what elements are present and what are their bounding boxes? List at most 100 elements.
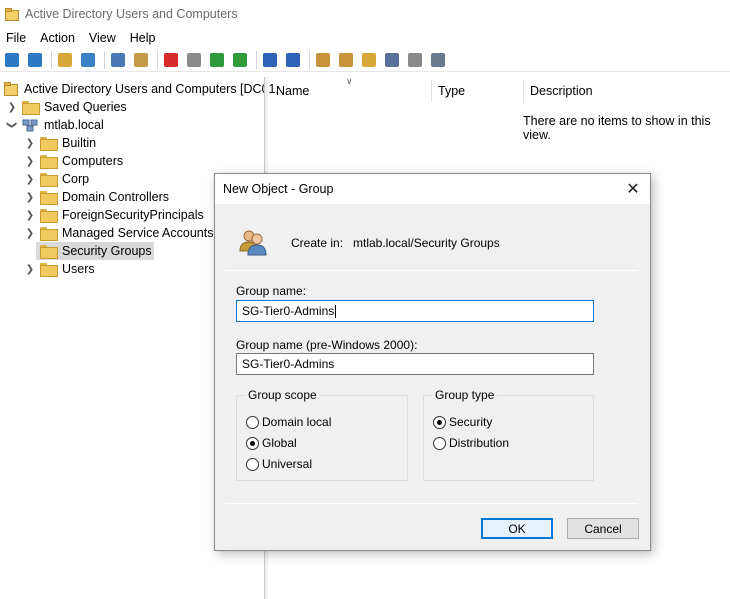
radio-universal[interactable]: Universal <box>246 457 312 471</box>
column-divider[interactable] <box>431 80 432 102</box>
export-list-button[interactable] <box>230 50 250 70</box>
pre-windows-2000-name-input[interactable]: SG-Tier0-Admins <box>236 353 594 375</box>
menu-help[interactable]: Help <box>123 31 163 45</box>
menu-view[interactable]: View <box>82 31 123 45</box>
chevron-right-icon[interactable]: ❯ <box>24 188 36 206</box>
group-name-input[interactable]: SG-Tier0-Admins <box>236 300 594 322</box>
radio-button[interactable] <box>246 415 259 429</box>
ou-folder-icon <box>40 173 58 187</box>
chevron-right-icon[interactable]: ❯ <box>24 260 36 278</box>
column-header-type[interactable]: Type <box>438 80 465 102</box>
radio-button-selected[interactable] <box>246 436 259 450</box>
tree-item-label: Security Groups <box>62 244 152 258</box>
radio-label: Security <box>449 415 493 429</box>
group-type-legend: Group type <box>432 388 498 402</box>
tree-item-label: Managed Service Accounts <box>62 226 214 240</box>
find-button[interactable] <box>405 50 425 70</box>
chevron-right-icon[interactable]: ❯ <box>24 206 36 224</box>
tree-item-label: Users <box>62 262 95 276</box>
sort-chevron-icon: ∨ <box>346 76 353 86</box>
chevron-down-icon[interactable]: ❯ <box>3 119 21 131</box>
add-to-group-icon <box>431 53 445 67</box>
toolbar-separator <box>157 51 158 69</box>
refresh-button[interactable] <box>207 50 227 70</box>
properties-icon <box>187 53 201 67</box>
new-object-group-dialog: New Object - Group ✕ Create in: mtlab.lo… <box>214 173 651 551</box>
radio-button[interactable] <box>246 457 259 471</box>
chevron-right-icon[interactable]: ❯ <box>24 170 36 188</box>
add-to-group-button[interactable] <box>428 50 448 70</box>
new-user-button[interactable] <box>313 50 333 70</box>
tree-item-corp[interactable]: ❯ Corp <box>24 170 89 188</box>
tree-item-managed-service-accounts[interactable]: ❯ Managed Service Accounts <box>24 224 213 242</box>
radio-label: Universal <box>262 457 313 471</box>
tree-item-builtin[interactable]: ❯ Builtin <box>24 134 96 152</box>
chevron-right-icon[interactable]: ❯ <box>6 98 18 116</box>
mmc-console-button[interactable] <box>283 50 303 70</box>
group-scope-legend: Group scope <box>245 388 320 402</box>
paste-icon <box>134 53 148 67</box>
dialog-title: New Object - Group <box>223 182 334 196</box>
radio-global[interactable]: Global <box>246 436 297 450</box>
folder-icon <box>40 227 58 241</box>
chevron-right-icon[interactable]: ❯ <box>24 134 36 152</box>
tree-item-label: Saved Queries <box>44 100 127 114</box>
mmc-console-icon <box>286 53 300 67</box>
column-divider[interactable] <box>523 80 524 102</box>
export-list-icon <box>233 53 247 67</box>
radio-distribution[interactable]: Distribution <box>433 436 509 450</box>
menu-action[interactable]: Action <box>33 31 82 45</box>
filter-button[interactable] <box>382 50 402 70</box>
filter-icon <box>385 53 399 67</box>
tree-item-domain[interactable]: ❯ mtlab.local <box>6 116 104 134</box>
back-arrow-button[interactable] <box>2 50 22 70</box>
tree-item-security-groups[interactable]: Security Groups <box>36 242 154 260</box>
tree-item-computers[interactable]: ❯ Computers <box>24 152 123 170</box>
column-header-description[interactable]: Description <box>530 80 593 102</box>
dialog-titlebar: New Object - Group ✕ <box>215 174 650 204</box>
help-button[interactable] <box>260 50 280 70</box>
new-group-button[interactable] <box>336 50 356 70</box>
tree-item-label: mtlab.local <box>44 118 104 132</box>
radio-label: Global <box>262 436 297 450</box>
new-group-icon <box>339 53 353 67</box>
folder-up-button[interactable] <box>55 50 75 70</box>
tree-item-users[interactable]: ❯ Users <box>24 260 95 278</box>
divider <box>225 270 638 271</box>
tree-root[interactable]: Active Directory Users and Computers [DC… <box>4 80 279 98</box>
tree-item-foreign-security-principals[interactable]: ❯ ForeignSecurityPrincipals <box>24 206 204 224</box>
folder-icon <box>40 155 58 169</box>
toolbar-separator <box>104 51 105 69</box>
cut-icon <box>111 53 125 67</box>
cut-button[interactable] <box>108 50 128 70</box>
radio-label: Distribution <box>449 436 510 450</box>
tree-item-label: ForeignSecurityPrincipals <box>62 208 204 222</box>
folder-icon <box>40 137 58 151</box>
ok-button[interactable]: OK <box>481 518 553 539</box>
close-icon[interactable]: ✕ <box>624 180 642 198</box>
delete-button[interactable] <box>161 50 181 70</box>
toolbar-separator <box>256 51 257 69</box>
radio-domain-local[interactable]: Domain local <box>246 415 331 429</box>
forward-arrow-icon <box>28 53 42 67</box>
folder-up-icon <box>58 53 72 67</box>
radio-button-selected[interactable] <box>433 415 446 429</box>
radio-button[interactable] <box>433 436 446 450</box>
properties-button[interactable] <box>184 50 204 70</box>
column-header-name[interactable]: Name <box>276 80 309 102</box>
cancel-button[interactable]: Cancel <box>567 518 639 539</box>
radio-security[interactable]: Security <box>433 415 492 429</box>
show-hide-console-tree-button[interactable] <box>78 50 98 70</box>
group-name-label: Group name: <box>236 284 307 298</box>
forward-arrow-button[interactable] <box>25 50 45 70</box>
tree-item-domain-controllers[interactable]: ❯ Domain Controllers <box>24 188 169 206</box>
paste-button[interactable] <box>131 50 151 70</box>
back-arrow-icon <box>5 53 19 67</box>
new-ou-button[interactable] <box>359 50 379 70</box>
domain-icon <box>22 118 38 132</box>
chevron-right-icon[interactable]: ❯ <box>24 152 36 170</box>
chevron-right-icon[interactable]: ❯ <box>24 224 36 242</box>
tree-item-saved-queries[interactable]: ❯ Saved Queries <box>6 98 127 116</box>
menu-bar: File Action View Help <box>0 28 730 48</box>
menu-file[interactable]: File <box>0 31 33 45</box>
